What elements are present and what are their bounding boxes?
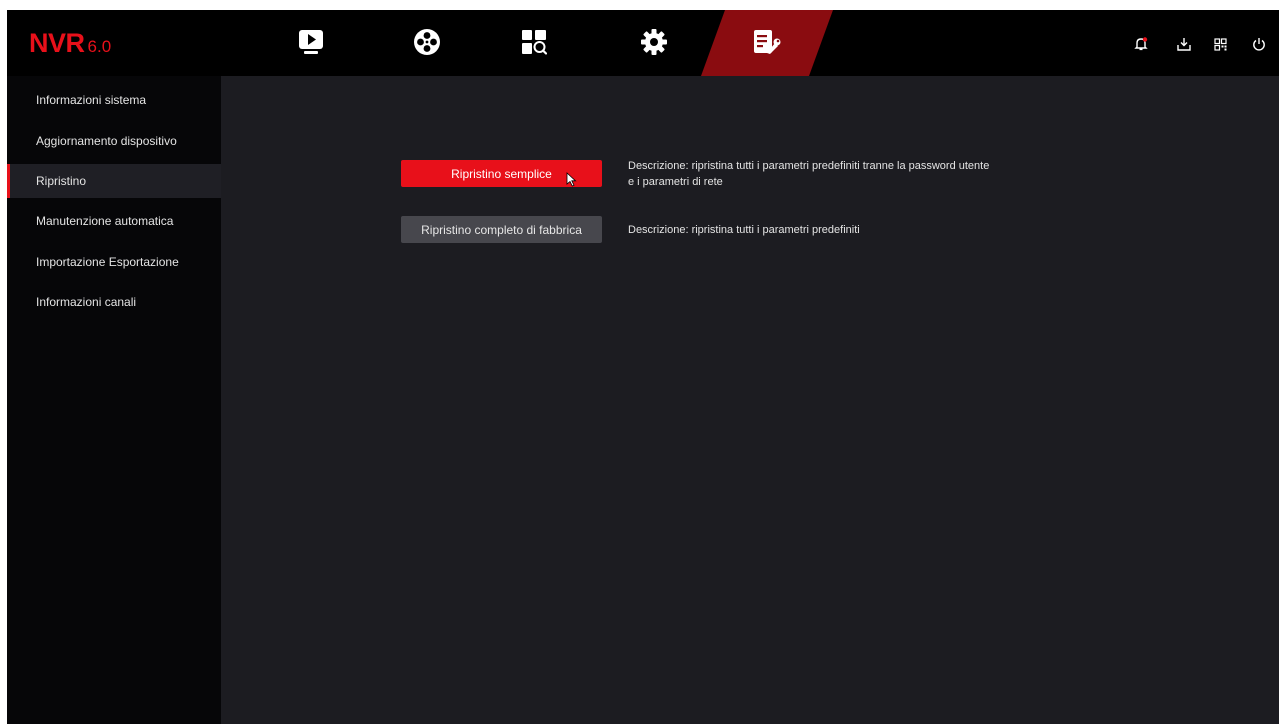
mouse-pointer-icon [566,172,577,187]
download-button[interactable] [1174,34,1194,54]
sidebar-item-manutenzione-automatica[interactable]: Manutenzione automatica [7,204,221,238]
factory-reset-description: Descrizione: ripristina tutti i parametr… [628,224,860,236]
logo-brand: NVR [29,28,85,58]
logo: NVR 6.0 [29,28,111,60]
tab-live-view[interactable] [293,24,329,60]
sidebar-item-label: Informazioni canali [36,295,137,309]
sidebar-item-ripristino[interactable]: Ripristino [7,164,221,198]
maintenance-icon [754,30,781,54]
top-navigation-bar: NVR 6.0 [7,10,1279,76]
tab-playback[interactable] [409,24,445,60]
sidebar-item-informazioni-sistema[interactable]: Informazioni sistema [7,83,221,117]
sidebar-item-label: Ripristino [36,174,87,188]
sidebar-item-label: Importazione Esportazione [36,255,179,269]
sidebar-item-informazioni-canali[interactable]: Informazioni canali [7,285,221,319]
simple-reset-description: Descrizione: ripristina tutti i parametr… [628,158,989,190]
alarm-bell-icon [1134,37,1148,51]
sidebar: Informazioni sistema Aggiornamento dispo… [7,76,221,724]
tab-search[interactable] [516,24,552,60]
sidebar-item-importazione-esportazione[interactable]: Importazione Esportazione [7,245,221,279]
factory-reset-button[interactable]: Ripristino completo di fabbrica [401,216,602,243]
simple-reset-description-line2: e i parametri di rete [628,176,723,188]
power-button[interactable] [1249,34,1269,54]
simple-reset-description-line1: Descrizione: ripristina tutti i parametr… [628,160,990,172]
live-view-icon [299,30,323,54]
playback-icon [414,29,440,55]
settings-icon [641,29,667,55]
download-icon [1177,38,1191,51]
tab-settings[interactable] [636,24,672,60]
qr-code-icon [1213,37,1227,51]
nvr-app-window: NVR 6.0 Informazioni sistema Aggiornamen… [7,10,1279,724]
sidebar-item-aggiornamento-dispositivo[interactable]: Aggiornamento dispositivo [7,124,221,158]
sidebar-item-label: Informazioni sistema [36,93,147,107]
power-icon [1253,38,1265,51]
logo-version: 6.0 [87,37,112,56]
alarm-button[interactable] [1131,34,1151,54]
search-icon [522,30,547,55]
sidebar-item-label: Manutenzione automatica [36,214,174,228]
qr-code-button[interactable] [1210,34,1230,54]
sidebar-item-label: Aggiornamento dispositivo [36,134,177,148]
tab-maintenance[interactable] [749,24,785,60]
